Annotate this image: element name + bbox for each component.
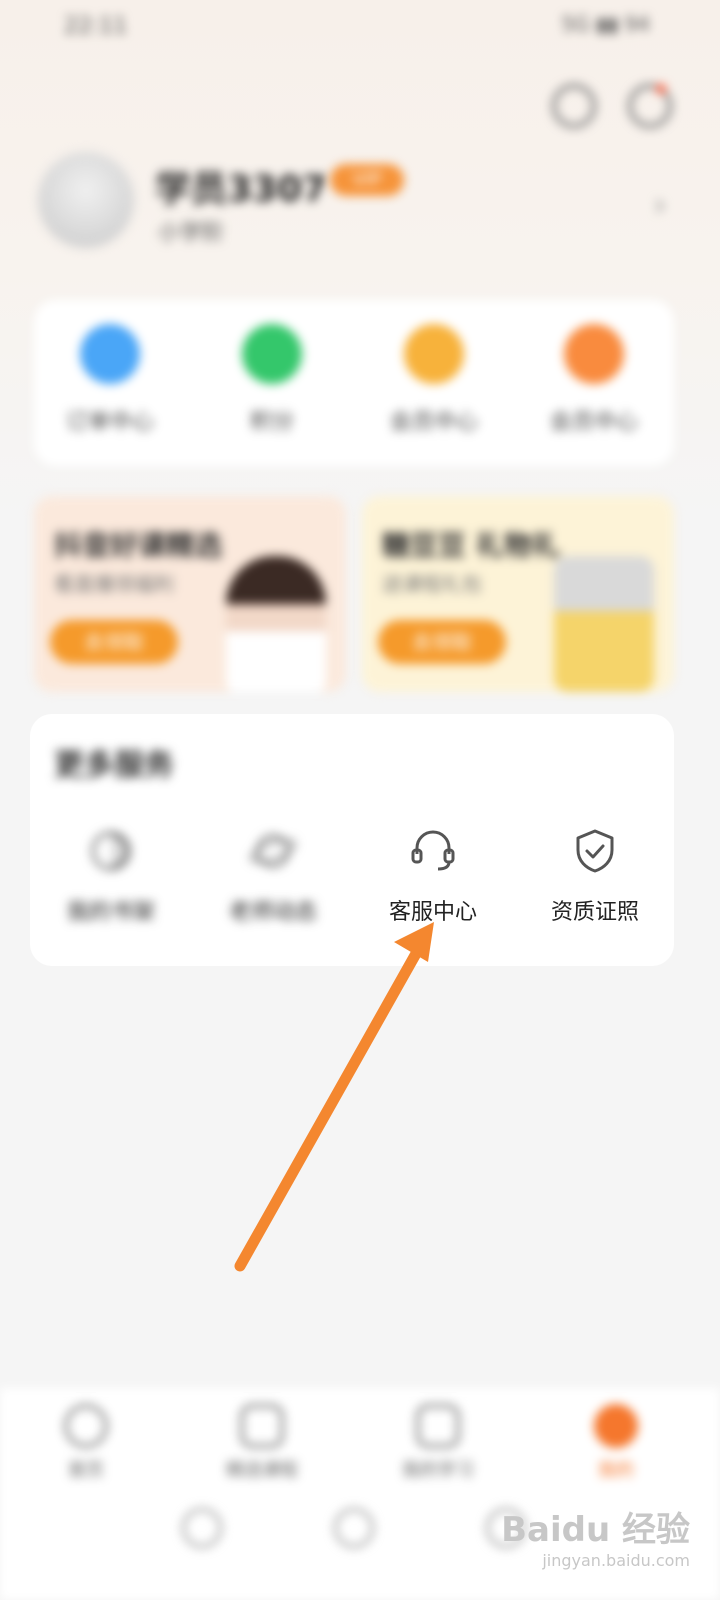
status-bar: 22:11 5G ▮▮ 94 [0,0,720,50]
quick-action-label: 订单中心 [65,410,154,435]
service-label: 资质证照 [550,900,639,925]
planet-icon [248,826,298,876]
nav-label: 我的 [598,1460,634,1481]
teacher-photo [226,556,326,692]
points-icon [242,324,302,384]
promo-title: 糖豆豆 礼物礼 [382,529,560,562]
promo-button[interactable]: 去领取 [50,620,178,664]
scan-icon[interactable] [552,84,596,128]
nav-tab-home[interactable]: 首页 [26,1404,146,1482]
shield-check-icon [570,826,620,876]
order-icon [80,324,140,384]
nav-tab-courses[interactable]: 精选课程 [202,1404,322,1482]
system-back-icon[interactable] [182,1508,222,1548]
quick-action-label: 会员中心 [549,410,638,435]
quick-action-member-2[interactable]: 会员中心 [534,324,654,436]
user-grade: 小学阶 [158,221,225,246]
service-label: 我的书架 [66,900,155,925]
me-icon [594,1404,638,1448]
service-teacher-news[interactable]: 老师动态 [198,826,348,926]
study-icon [416,1404,460,1448]
promo-banner-1[interactable]: 抖音好课精选 看直播领福利 去领取 [34,496,346,692]
vip-badge: VIP [330,164,404,196]
service-customer-center[interactable]: 客服中心 [358,826,508,926]
service-label: 客服中心 [388,900,477,925]
more-services-card: 更多服务 我的书架 老师动态 客服中心 资质证照 [30,714,674,966]
service-bookshelf[interactable]: 我的书架 [36,826,186,926]
quick-action-points[interactable]: 积分 [212,324,332,436]
quick-action-member[interactable]: 会员中心 [374,324,494,436]
settings-icon[interactable] [628,84,672,128]
nav-label: 精选课程 [226,1460,298,1481]
promo-subtitle: 看直播领福利 [54,572,174,596]
nav-label: 我的学习 [402,1460,474,1481]
notification-dot [656,84,666,94]
user-name: 学员3307 [155,169,328,210]
section-title: 更多服务 [54,748,174,783]
status-time: 22:11 [64,14,128,39]
suitcase-image [554,556,654,692]
system-home-icon[interactable] [334,1508,374,1548]
quick-actions-card: 订单中心 积分 会员中心 会员中心 [34,300,674,466]
watermark-logo: Baidu 经验 [501,1510,690,1550]
home-icon [64,1404,108,1448]
courses-icon [240,1404,284,1448]
service-qualifications[interactable]: 资质证照 [520,826,670,926]
quick-action-label: 会员中心 [389,410,478,435]
nav-tab-me[interactable]: 我的 [556,1404,676,1482]
service-label: 老师动态 [228,900,317,925]
member-plus-icon [564,324,624,384]
watermark: Baidu 经验 jingyan.baidu.com [501,1502,690,1570]
status-indicators: 5G ▮▮ 94 [561,12,650,36]
quick-action-label: 积分 [249,410,294,435]
app-screen: 22:11 5G ▮▮ 94 学员3307 VIP 小学阶 › 订单中心 积分 … [0,0,720,1600]
promo-button[interactable]: 去领取 [378,620,506,664]
headset-icon [408,826,458,876]
chevron-right-icon[interactable]: › [654,188,666,223]
promo-subtitle: 送课程礼包 [382,572,482,596]
promo-title: 抖音好课精选 [54,529,223,562]
watermark-url: jingyan.baidu.com [542,1551,690,1570]
avatar[interactable] [38,152,134,248]
book-icon [86,826,136,876]
member-icon [404,324,464,384]
quick-action-orders[interactable]: 订单中心 [50,324,170,436]
nav-label: 首页 [68,1460,104,1481]
nav-tab-study[interactable]: 我的学习 [378,1404,498,1482]
promo-banner-2[interactable]: 糖豆豆 礼物礼 送课程礼包 去领取 [362,496,674,692]
